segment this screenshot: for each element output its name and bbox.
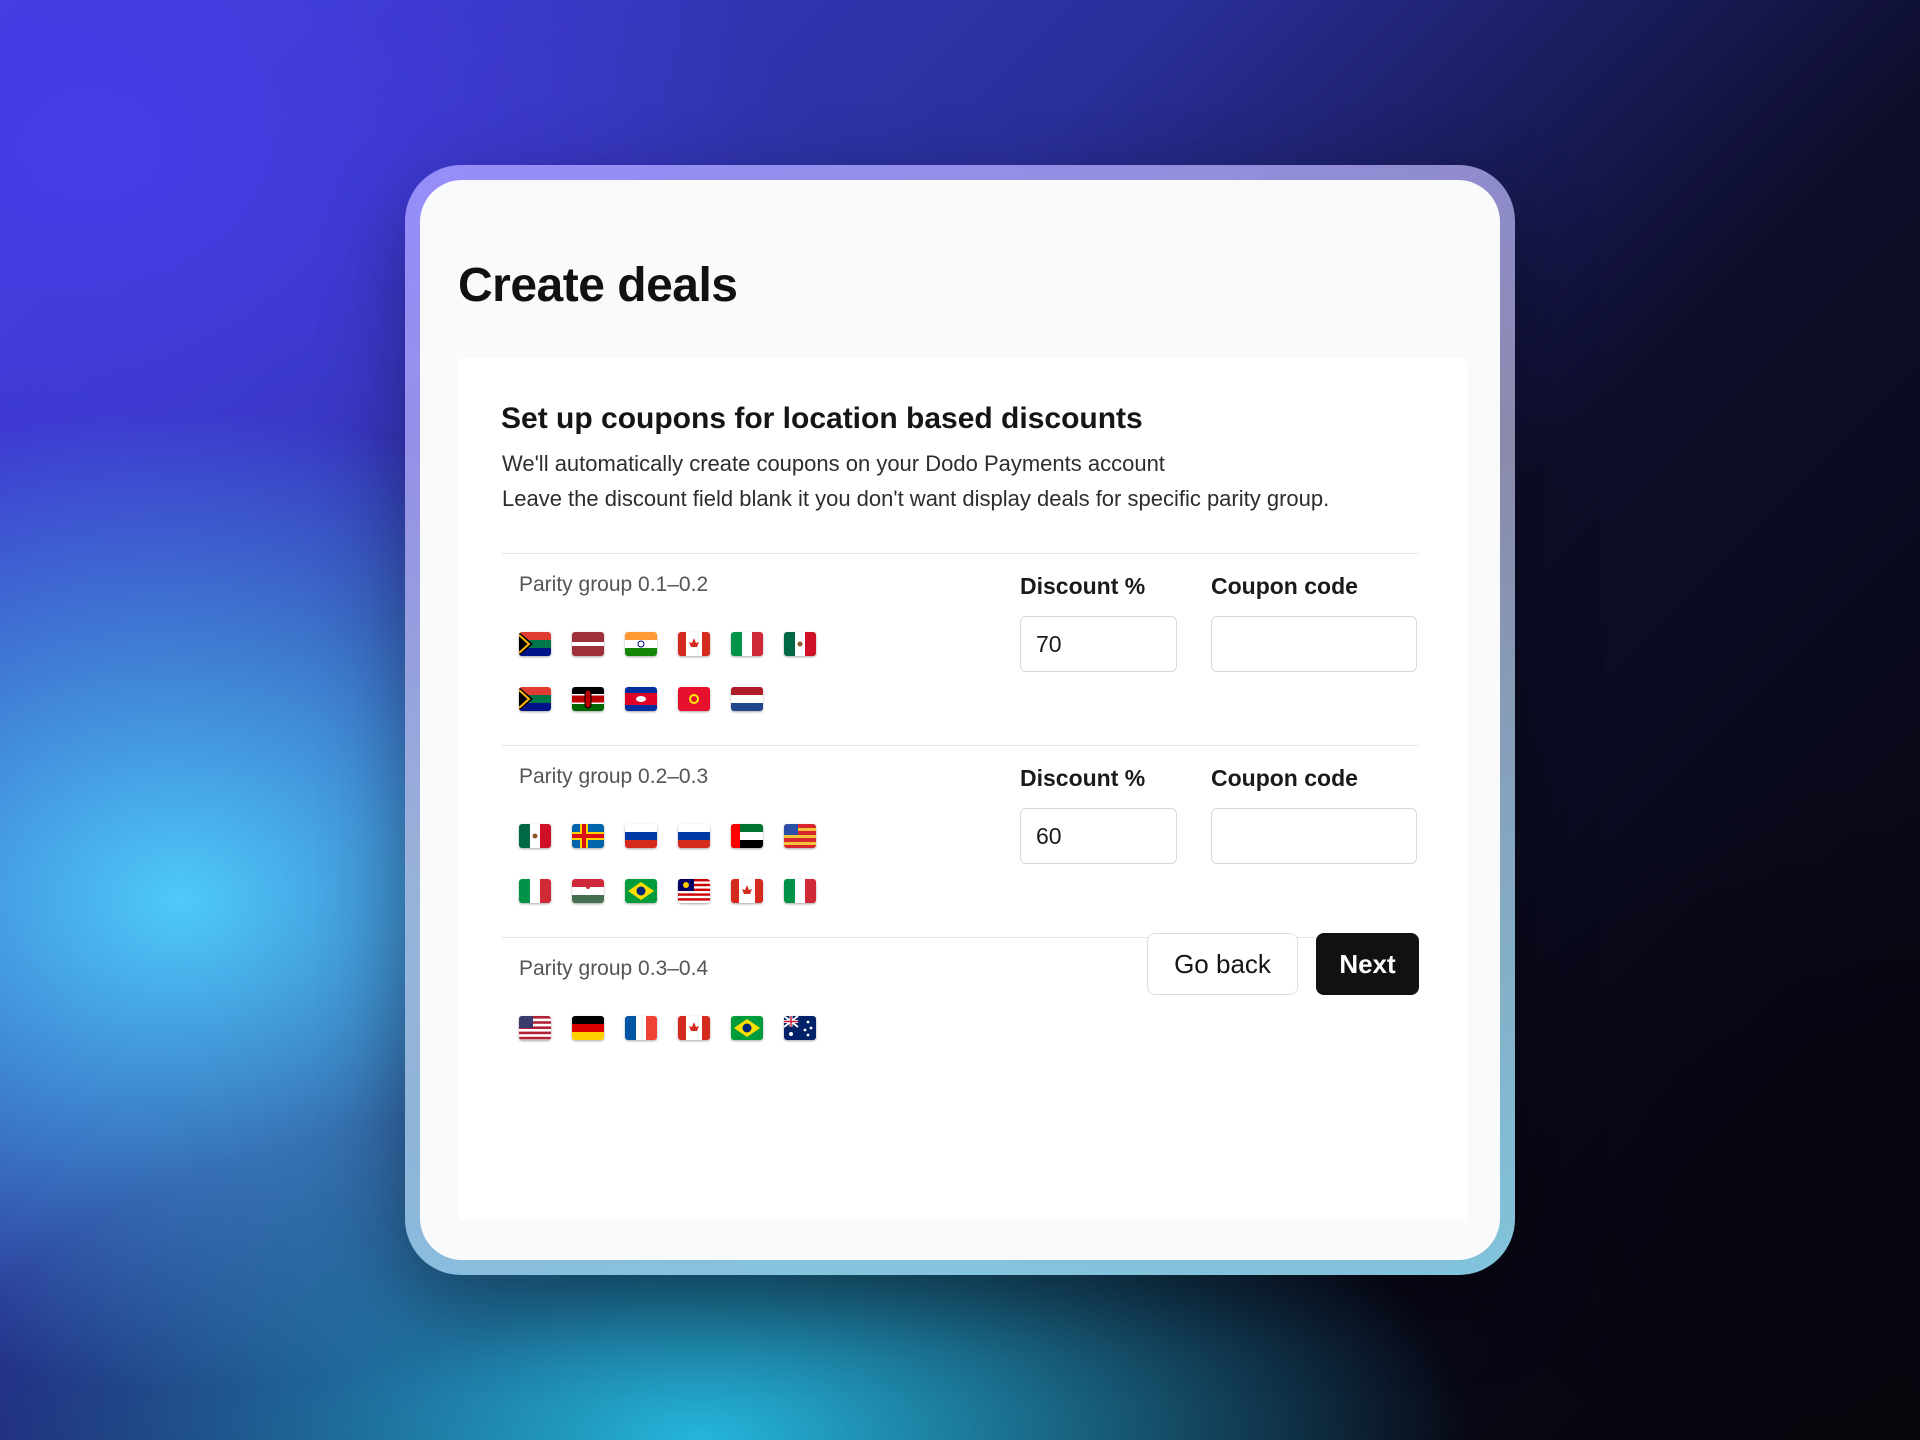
- parity-group-label: Parity group 0.1–0.2: [519, 573, 709, 596]
- australia-flag: [784, 1016, 816, 1040]
- cambodia-flag: [625, 687, 657, 711]
- coupon-label: Coupon code: [1211, 573, 1358, 599]
- india-flag: [625, 632, 657, 656]
- parity-group-1: Parity group 0.1–0.2 Discount % Coupon c…: [502, 553, 1419, 745]
- discount-input[interactable]: [1020, 616, 1177, 672]
- russia-flag: [625, 824, 657, 848]
- hungary-flag: [572, 879, 604, 903]
- coupon-panel: Set up coupons for location based discou…: [458, 358, 1468, 1220]
- kenya-flag: [572, 687, 604, 711]
- coupon-label: Coupon code: [1211, 765, 1358, 791]
- uae-flag: [731, 824, 763, 848]
- italy-flag: [519, 879, 551, 903]
- usa-flag: [519, 1016, 551, 1040]
- france-flag: [625, 1016, 657, 1040]
- discount-label: Discount %: [1020, 573, 1146, 599]
- canada-flag: [731, 879, 763, 903]
- parity-group-2: Parity group 0.2–0.3 Discount % Coupon c…: [502, 745, 1419, 937]
- mexico-flag: [519, 824, 551, 848]
- latvia-flag: [572, 632, 604, 656]
- aland-flag: [572, 824, 604, 848]
- malaysia-flag: [678, 879, 710, 903]
- striped-flag: [784, 824, 816, 848]
- canada-flag: [678, 1016, 710, 1040]
- russia-flag: [678, 824, 710, 848]
- netherlands-flag: [731, 687, 763, 711]
- panel-heading: Set up coupons for location based discou…: [501, 402, 1143, 435]
- italy-flag: [731, 632, 763, 656]
- kyrgyzstan-flag: [678, 687, 710, 711]
- go-back-button[interactable]: Go back: [1147, 933, 1298, 995]
- discount-label: Discount %: [1020, 765, 1146, 791]
- parity-group-label: Parity group 0.3–0.4: [519, 957, 709, 980]
- page-title: Create deals: [458, 259, 738, 312]
- germany-flag: [572, 1016, 604, 1040]
- description-line-2: Leave the discount field blank it you do…: [502, 486, 1330, 511]
- coupon-code-input[interactable]: [1211, 616, 1417, 672]
- brazil-flag: [731, 1016, 763, 1040]
- brazil-flag: [625, 879, 657, 903]
- mexico-flag: [784, 632, 816, 656]
- next-button[interactable]: Next: [1316, 933, 1419, 995]
- italy-flag: [784, 879, 816, 903]
- canada-flag: [678, 632, 710, 656]
- south-africa-flag: [519, 632, 551, 656]
- parity-group-label: Parity group 0.2–0.3: [519, 765, 709, 788]
- create-deals-card: Create deals Set up coupons for location…: [420, 180, 1500, 1260]
- coupon-code-input[interactable]: [1211, 808, 1417, 864]
- south-africa-flag: [519, 687, 551, 711]
- discount-input[interactable]: [1020, 808, 1177, 864]
- description-line-1: We'll automatically create coupons on yo…: [502, 451, 1165, 476]
